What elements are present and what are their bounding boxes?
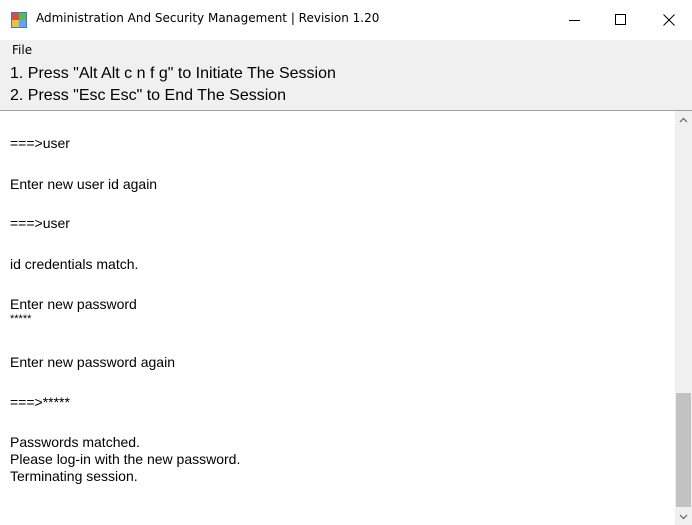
console-line: Enter new password again: [10, 354, 175, 370]
chevron-up-icon: [679, 117, 688, 122]
menu-item-file[interactable]: File: [12, 43, 32, 57]
maximize-icon: [615, 14, 626, 25]
console-line: Enter new user id again: [10, 176, 158, 192]
maximize-button[interactable]: [598, 0, 644, 40]
scroll-up-button[interactable]: [675, 111, 692, 128]
minimize-icon: [569, 20, 580, 21]
instruction-line: 2. Press "Esc Esc" to End The Session: [10, 87, 287, 104]
console-line: Enter new password: [10, 296, 137, 312]
scroll-down-button[interactable]: [675, 508, 692, 525]
title-bar: Administration And Security Management |…: [0, 0, 692, 40]
menu-bar: [0, 40, 692, 62]
console-line: Terminating session.: [10, 468, 138, 484]
window-title: Administration And Security Management |…: [36, 11, 380, 25]
console-line: Please log-in with the new password.: [10, 451, 241, 467]
chevron-down-icon: [679, 514, 688, 519]
console-line: ===>user: [10, 215, 70, 231]
close-button[interactable]: [646, 0, 692, 40]
console-line: ===>user: [10, 135, 70, 151]
console-line: ===>*****: [10, 394, 70, 410]
console-line: Passwords matched.: [10, 434, 140, 450]
instruction-line: 1. Press "Alt Alt c n f g" to Initiate T…: [10, 65, 336, 82]
console-line: id credentials match.: [10, 256, 139, 272]
app-icon: [11, 12, 27, 28]
console-line: *****: [10, 313, 32, 325]
close-icon: [663, 14, 675, 26]
minimize-button[interactable]: [552, 0, 598, 40]
scrollbar-thumb[interactable]: [676, 393, 691, 507]
